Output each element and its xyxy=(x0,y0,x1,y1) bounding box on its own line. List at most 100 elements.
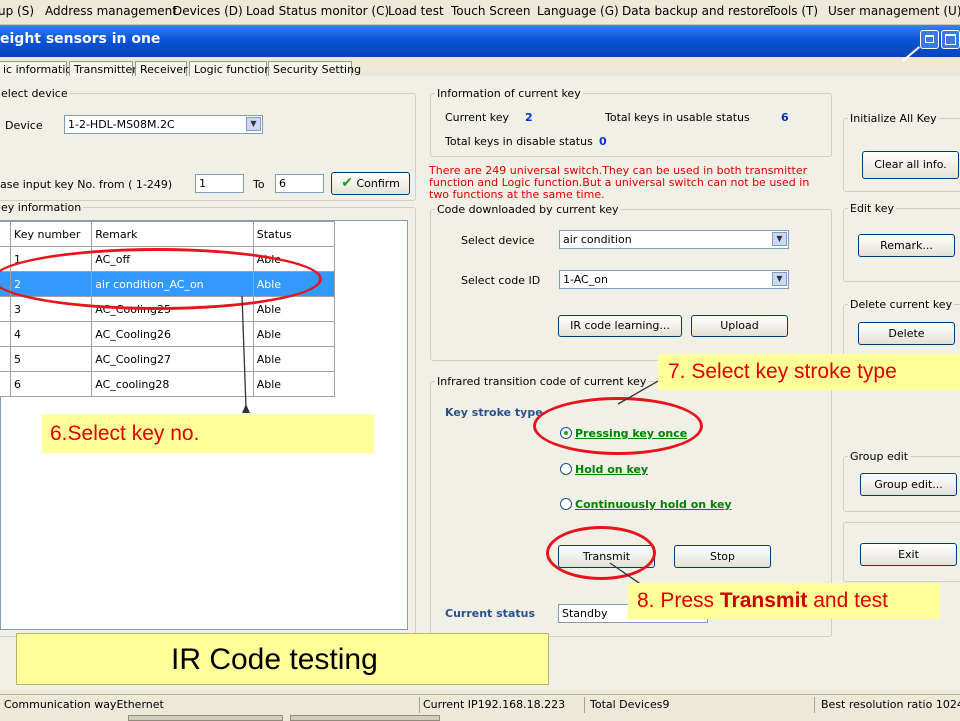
status-current-ip: Current IP192.168.18.223 xyxy=(423,698,566,711)
key-table-header: Key number Remark Status xyxy=(0,221,336,247)
menu-setup[interactable]: up (S) xyxy=(0,4,34,18)
menu-load-test[interactable]: Load test xyxy=(388,4,444,18)
cell-remark[interactable]: AC_cooling28 xyxy=(91,371,254,397)
confirm-button[interactable]: ✔ Confirm xyxy=(331,172,410,195)
maximize-icon[interactable] xyxy=(941,30,960,49)
highlight-key-row-ellipse xyxy=(0,248,322,310)
key-from-input[interactable]: 1 xyxy=(195,174,244,193)
table-row[interactable]: 5 AC_Cooling27 Able xyxy=(0,346,336,372)
step7-note: 7. Select key stroke type xyxy=(658,354,960,390)
menu-user-management[interactable]: User management (U) xyxy=(828,4,960,18)
confirm-button-label: Confirm xyxy=(356,177,400,190)
check-icon: ✔ xyxy=(341,175,353,191)
initialize-all-key-legend: Initialize All Key xyxy=(850,112,937,125)
key-range-label: ase input key No. from ( 1-249) xyxy=(0,178,173,191)
device-select[interactable]: 1-2-HDL-MS08M.2C ▼ xyxy=(64,115,263,134)
code-id-label: Select code ID xyxy=(461,274,541,287)
code-device-select[interactable]: air condition ▼ xyxy=(559,230,789,249)
device-select-value: 1-2-HDL-MS08M.2C xyxy=(68,118,175,131)
cell-remark[interactable]: AC_Cooling27 xyxy=(91,346,254,372)
group-edit-button[interactable]: Group edit... xyxy=(860,473,957,496)
disable-keys-label: Total keys in disable status xyxy=(445,135,593,148)
delete-button[interactable]: Delete xyxy=(858,322,955,345)
cell-status[interactable]: Able xyxy=(252,371,336,397)
menu-bar: up (S) Address management Devices (D) Lo… xyxy=(0,0,960,25)
cell-remark[interactable]: AC_Cooling26 xyxy=(91,321,254,347)
chevron-down-icon[interactable]: ▼ xyxy=(246,117,261,131)
upload-button[interactable]: Upload xyxy=(691,315,788,337)
taskbar-item[interactable] xyxy=(128,715,283,721)
cell-status[interactable]: Able xyxy=(252,321,336,347)
window-title: eight sensors in one xyxy=(0,31,161,47)
table-row[interactable]: 4 AC_Cooling26 Able xyxy=(0,321,336,347)
menu-devices[interactable]: Devices (D) xyxy=(173,4,243,18)
menu-data-backup-restore[interactable]: Data backup and restore xyxy=(622,4,770,18)
highlight-key-stroke-ellipse xyxy=(533,397,703,455)
disable-keys-value: 0 xyxy=(599,135,607,148)
row-selector[interactable] xyxy=(0,346,12,372)
radio-hold-on-key-label: Hold on key xyxy=(575,463,649,476)
title-decoration xyxy=(901,46,921,62)
menu-tools[interactable]: Tools (T) xyxy=(768,4,818,18)
select-device-legend: elect device xyxy=(1,87,68,100)
row-selector[interactable] xyxy=(0,371,12,397)
code-id-select[interactable]: 1-AC_on ▼ xyxy=(559,270,789,289)
step8-text-post: and test xyxy=(807,589,888,612)
tab-receiver[interactable]: Receiver xyxy=(135,61,188,76)
cell-key-number[interactable]: 6 xyxy=(10,371,93,397)
key-stroke-label: Key stroke type xyxy=(445,406,543,419)
code-downloaded-legend: Code downloaded by current key xyxy=(437,203,619,216)
window-title-bar[interactable]: eight sensors in one xyxy=(0,25,960,62)
caption-ir-code-testing: IR Code testing xyxy=(16,633,549,685)
step8-note: 8. Press Transmit and test xyxy=(628,583,940,619)
cell-key-number[interactable]: 5 xyxy=(10,346,93,372)
column-header-key-number[interactable]: Key number xyxy=(10,221,93,247)
row-header-cell xyxy=(0,221,12,247)
current-status-label: Current status xyxy=(445,607,535,620)
radio-continuously-hold[interactable]: Continuously hold on key xyxy=(560,498,732,511)
usable-keys-label: Total keys in usable status xyxy=(605,111,750,124)
radio-hold-on-key[interactable]: Hold on key xyxy=(560,463,648,476)
menu-load-status-monitor[interactable]: Load Status monitor (C) xyxy=(246,4,389,18)
to-label: To xyxy=(253,178,265,191)
row-selector[interactable] xyxy=(0,321,12,347)
menu-touch-screen[interactable]: Touch Screen xyxy=(451,4,531,18)
chevron-down-icon[interactable]: ▼ xyxy=(772,232,787,246)
radio-continuously-hold-label: Continuously hold on key xyxy=(575,498,732,511)
menu-language[interactable]: Language (G) xyxy=(537,4,619,18)
code-device-value: air condition xyxy=(563,233,632,246)
group-edit-legend: Group edit xyxy=(850,450,909,463)
minimize-icon[interactable] xyxy=(920,30,939,49)
status-separator xyxy=(419,697,420,713)
stop-button[interactable]: Stop xyxy=(674,545,771,568)
key-information-legend: ey information xyxy=(1,201,82,214)
column-header-remark[interactable]: Remark xyxy=(91,221,254,247)
tab-logic-function[interactable]: Logic function xyxy=(189,61,271,76)
table-row[interactable]: 6 AC_cooling28 Able xyxy=(0,371,336,397)
current-key-value: 2 xyxy=(525,111,533,124)
column-header-status[interactable]: Status xyxy=(252,221,336,247)
tab-security-setting[interactable]: Security Setting xyxy=(268,61,361,76)
ir-code-learning-button[interactable]: IR code learning... xyxy=(558,315,682,337)
code-device-label: Select device xyxy=(461,234,535,247)
status-communication: Communication wayEthernet xyxy=(4,698,164,711)
cell-key-number[interactable]: 4 xyxy=(10,321,93,347)
tab-transmitter[interactable]: Transmitter xyxy=(69,61,137,76)
key-to-input[interactable]: 6 xyxy=(275,174,324,193)
cell-status[interactable]: Able xyxy=(252,346,336,372)
remark-button[interactable]: Remark... xyxy=(858,234,955,257)
chevron-down-icon[interactable]: ▼ xyxy=(772,272,787,286)
exit-button[interactable]: Exit xyxy=(860,543,957,566)
status-separator xyxy=(814,697,815,713)
ir-transition-legend: Infrared transition code of current key xyxy=(437,375,647,388)
taskbar-item[interactable] xyxy=(290,715,440,721)
step8-text-pre: 8. Press xyxy=(637,589,720,612)
radio-unchecked-icon[interactable] xyxy=(560,498,572,510)
clear-all-info-button[interactable]: Clear all info. xyxy=(862,151,959,179)
tab-basic-information[interactable]: ic information xyxy=(0,61,79,76)
menu-address-management[interactable]: Address management xyxy=(45,4,177,18)
status-resolution: Best resolution ratio 1024*76 xyxy=(821,698,960,711)
device-label: Device xyxy=(5,119,43,132)
radio-unchecked-icon[interactable] xyxy=(560,463,572,475)
row-selector[interactable] xyxy=(0,296,12,322)
